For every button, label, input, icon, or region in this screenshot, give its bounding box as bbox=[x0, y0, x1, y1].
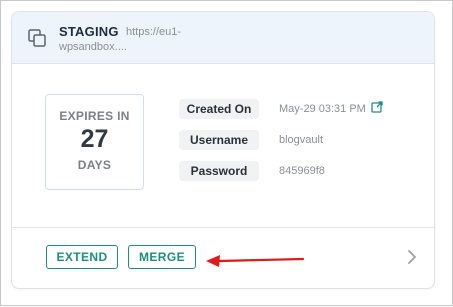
expiry-box: EXPIRES IN 27 DAYS bbox=[45, 94, 144, 190]
password-value: 845969f8 bbox=[279, 165, 325, 177]
password-label: Password bbox=[179, 161, 259, 181]
site-url[interactable]: https://eu1- bbox=[126, 26, 181, 38]
card-header: STAGING https://eu1- wpsandbox.... bbox=[12, 12, 434, 64]
footer-divider bbox=[12, 227, 434, 228]
created-on-label: Created On bbox=[179, 99, 259, 119]
expiry-days-count: 27 bbox=[80, 125, 109, 153]
staging-copy-icon bbox=[28, 29, 46, 47]
username-value: blogvault bbox=[279, 134, 324, 146]
merge-button[interactable]: MERGE bbox=[128, 245, 196, 269]
chevron-right-icon[interactable] bbox=[405, 248, 419, 266]
expiry-unit: DAYS bbox=[77, 158, 112, 172]
username-label: Username bbox=[179, 130, 259, 150]
environment-label: STAGING bbox=[59, 24, 119, 39]
staging-site-card: STAGING https://eu1- wpsandbox.... EXPIR… bbox=[11, 11, 435, 289]
created-on-value: May-29 03:31 PM bbox=[279, 103, 366, 115]
site-url-continued[interactable]: wpsandbox.... bbox=[59, 41, 127, 53]
extend-button[interactable]: EXTEND bbox=[46, 245, 118, 269]
expiry-title: EXPIRES IN bbox=[59, 109, 130, 123]
external-link-icon[interactable] bbox=[371, 101, 383, 113]
screenshot-frame: STAGING https://eu1- wpsandbox.... EXPIR… bbox=[0, 0, 453, 306]
